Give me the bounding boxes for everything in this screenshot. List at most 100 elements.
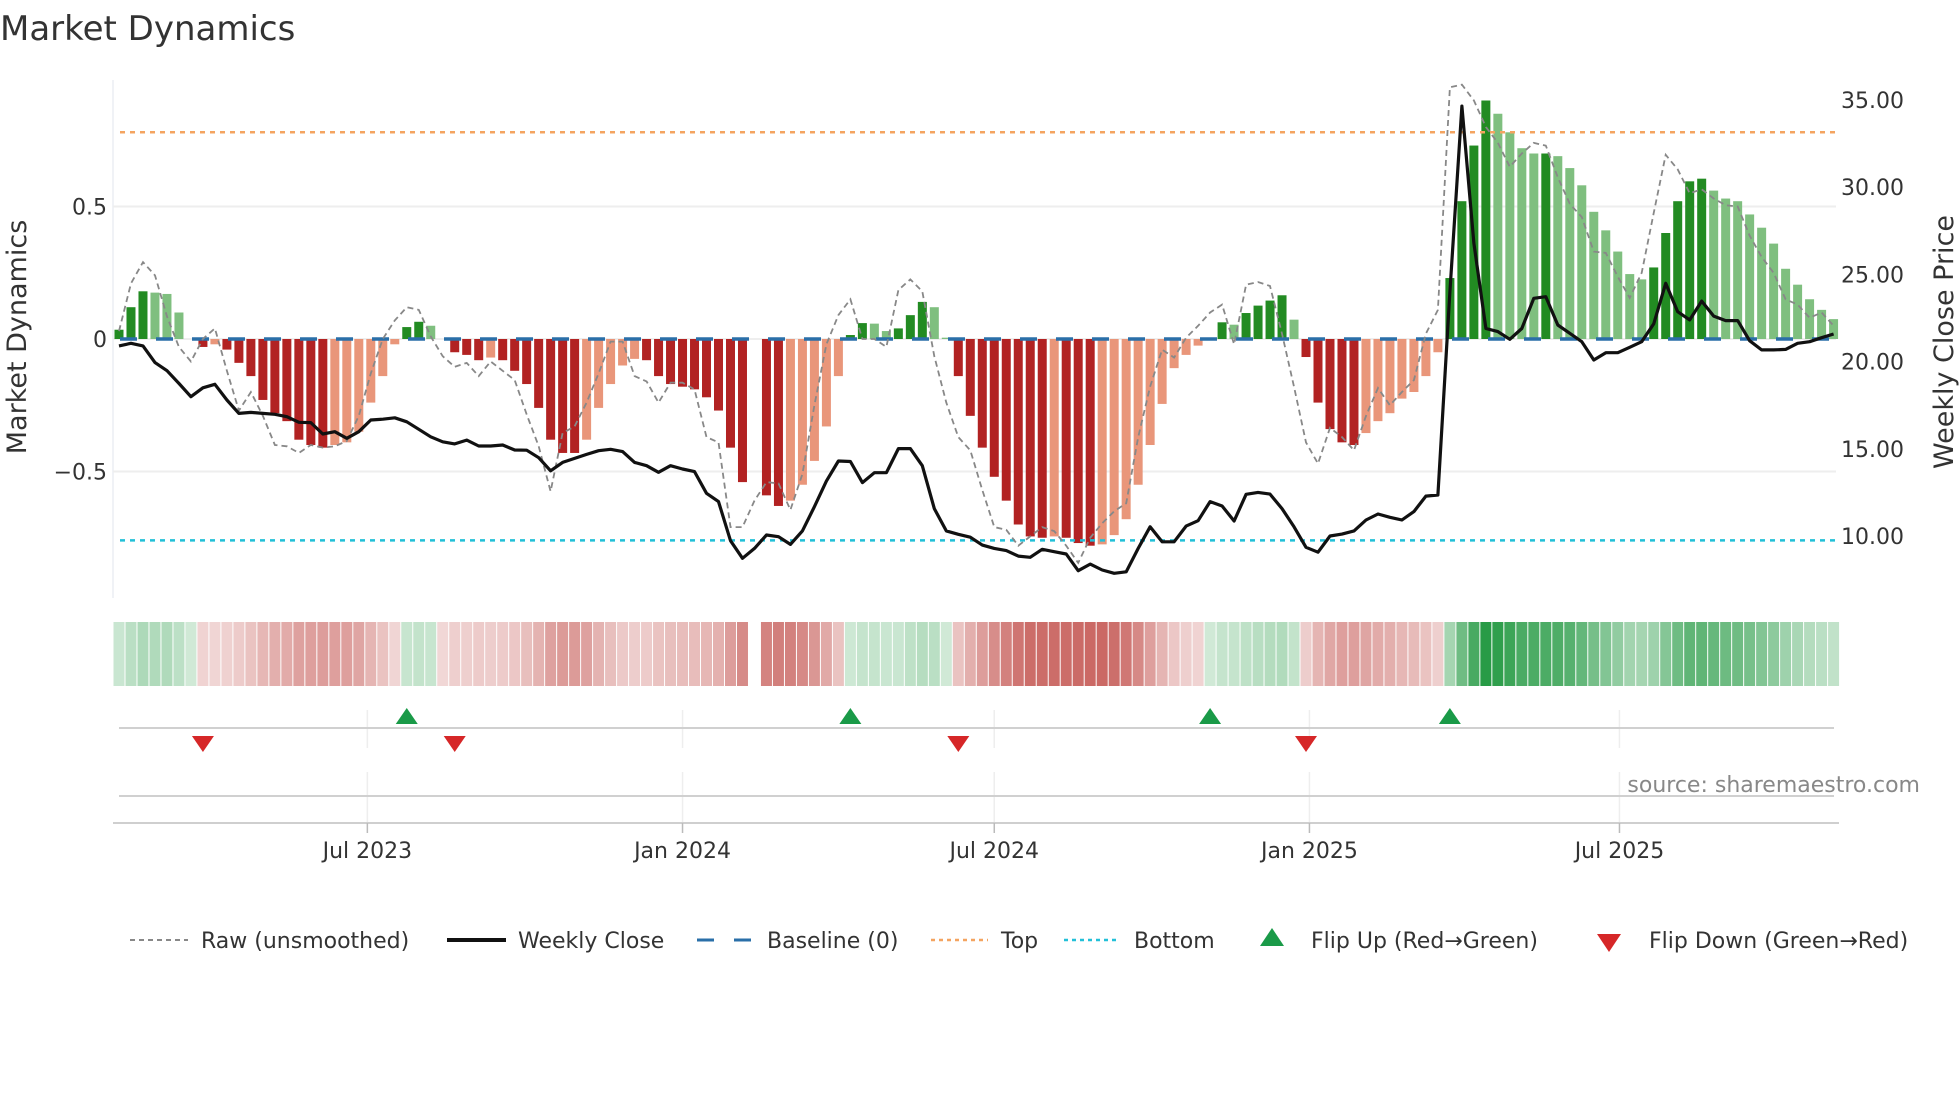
legend-item-baseline[interactable]: Baseline (0) — [697, 929, 898, 954]
regime-cell — [401, 622, 413, 686]
y2-tick-label: 10.00 — [1841, 525, 1904, 550]
regime-cell — [1204, 622, 1216, 686]
momentum-bar — [1097, 339, 1107, 545]
momentum-bar — [1085, 339, 1095, 546]
regime-cell — [425, 622, 437, 686]
regime-cell — [1444, 622, 1456, 686]
momentum-bar — [965, 339, 975, 416]
regime-cell — [1552, 622, 1564, 686]
y2-tick-label: 25.00 — [1841, 263, 1904, 288]
legend: Raw (unsmoothed) Weekly Close Baseline (… — [130, 928, 1908, 954]
regime-cell — [808, 622, 820, 686]
momentum-bar — [522, 339, 532, 385]
momentum-bar — [510, 339, 520, 371]
regime-cell — [545, 622, 557, 686]
y-tick-label: 0.5 — [72, 196, 107, 221]
regime-cell — [221, 622, 233, 686]
legend-item-close[interactable]: Weekly Close — [447, 929, 664, 954]
regime-cell — [928, 622, 940, 686]
momentum-bar — [1373, 339, 1383, 422]
momentum-bar — [330, 339, 340, 445]
momentum-bar — [450, 339, 460, 353]
triangle-down-icon — [1597, 934, 1621, 952]
regime-cell — [317, 622, 329, 686]
regime-cell — [437, 622, 449, 686]
momentum-bar — [654, 339, 664, 377]
regime-cell — [1216, 622, 1228, 686]
momentum-bar — [534, 339, 544, 408]
momentum-bar — [474, 339, 484, 361]
regime-cell — [1744, 622, 1756, 686]
legend-item-bottom[interactable]: Bottom — [1064, 929, 1215, 954]
regime-cell — [137, 622, 149, 686]
y2-tick-label: 20.00 — [1841, 351, 1904, 376]
regime-cell — [641, 622, 653, 686]
momentum-bar — [390, 339, 400, 345]
flip-markers-panel — [119, 708, 1834, 822]
legend-item-flip-down[interactable]: Flip Down (Green→Red) — [1597, 929, 1908, 954]
regime-cell — [233, 622, 245, 686]
regime-cell — [820, 622, 832, 686]
legend-label-close: Weekly Close — [518, 929, 664, 954]
regime-cell — [1660, 622, 1672, 686]
left-axis-ticks: 0.5 0 −0.5 — [54, 196, 107, 486]
regime-cell — [1504, 622, 1516, 686]
regime-cell — [916, 622, 928, 686]
regime-cell — [1372, 622, 1384, 686]
momentum-bar — [546, 339, 556, 440]
y-tick-label: −0.5 — [54, 461, 107, 486]
regime-cell — [940, 622, 952, 686]
momentum-bar — [678, 339, 688, 387]
momentum-bar — [594, 339, 604, 408]
momentum-bar — [1697, 178, 1707, 339]
regime-cell — [760, 622, 772, 686]
x-axis: Jul 2023 Jan 2024 Jul 2024 Jan 2025 Jul 2025 — [113, 822, 1839, 864]
momentum-bar — [893, 328, 903, 339]
legend-item-top[interactable]: Top — [931, 929, 1038, 954]
momentum-bar — [642, 339, 652, 361]
regime-cell — [677, 622, 689, 686]
momentum-bar — [1409, 339, 1419, 392]
regime-cell — [844, 622, 856, 686]
regime-cell — [617, 622, 629, 686]
regime-cell — [1048, 622, 1060, 686]
regime-cell — [389, 622, 401, 686]
regime-cell — [1720, 622, 1732, 686]
regime-cell — [1060, 622, 1072, 686]
legend-item-flip-up[interactable]: Flip Up (Red→Green) — [1260, 928, 1538, 954]
regime-cell — [713, 622, 724, 686]
x-tick-label: Jan 2024 — [632, 839, 731, 864]
momentum-bar — [354, 339, 364, 432]
regime-cell — [365, 622, 377, 686]
momentum-bar — [1241, 313, 1251, 339]
legend-item-raw[interactable]: Raw (unsmoothed) — [130, 929, 409, 954]
regime-cell — [1024, 622, 1036, 686]
momentum-bar — [1301, 339, 1311, 358]
momentum-bar — [977, 339, 987, 448]
regime-cell — [1768, 622, 1780, 686]
market-dynamics-chart: Market Dynamics 0.5 0 −0.5 35.00 30.00 25.00… — [0, 9, 1960, 954]
momentum-bar — [869, 323, 879, 339]
momentum-bar — [498, 339, 508, 361]
momentum-bar — [1313, 339, 1323, 403]
momentum-bar — [785, 339, 795, 501]
momentum-bar — [270, 339, 280, 414]
flip-up-marker — [1438, 708, 1461, 724]
momentum-bar — [234, 339, 244, 363]
regime-cell — [1240, 622, 1252, 686]
momentum-bar — [402, 327, 412, 339]
momentum-bar — [606, 339, 616, 385]
momentum-bar — [1733, 201, 1743, 339]
regime-cell — [653, 622, 665, 686]
momentum-bar — [1049, 339, 1059, 537]
regime-cell — [1600, 622, 1612, 686]
regime-cell — [329, 622, 341, 686]
regime-cell — [245, 622, 257, 686]
momentum-bar — [1421, 339, 1431, 377]
momentum-bar — [1121, 339, 1131, 520]
regime-cell — [1276, 622, 1288, 686]
regime-cell — [1708, 622, 1720, 686]
momentum-bar — [833, 339, 843, 377]
momentum-bar — [258, 339, 268, 400]
right-axis-ticks: 35.00 30.00 25.00 20.00 15.00 10.00 — [1841, 89, 1904, 550]
